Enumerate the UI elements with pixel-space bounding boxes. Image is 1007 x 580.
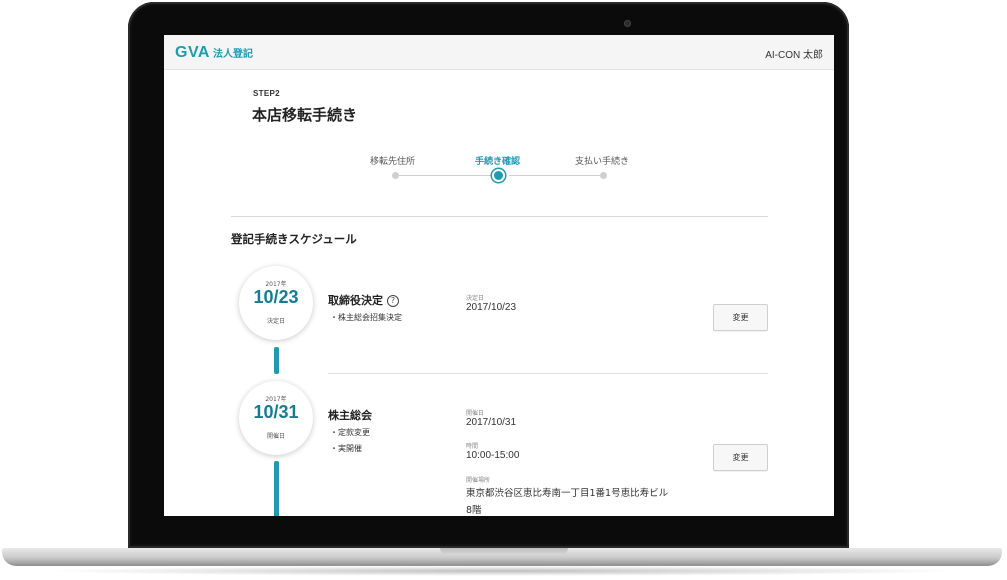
event-title-text: 取締役決定	[328, 294, 383, 307]
event-bullet: ・株主総会招集決定	[330, 313, 402, 322]
timeline-connector	[274, 461, 279, 516]
date-badge: 2017年 10/31 開催日	[239, 381, 313, 455]
step-1-label: 移転先住所	[370, 157, 416, 167]
step-2-label: 手続き確認	[475, 157, 521, 167]
step-2-dot	[492, 169, 505, 182]
field-label: 開催場所	[466, 477, 491, 484]
field-value: 2017/10/31	[466, 417, 517, 428]
stepper-connector	[509, 175, 603, 176]
date-label: 決定日	[266, 318, 285, 325]
page-title: 本店移転手続き	[252, 106, 358, 124]
field-value: 2017/10/23	[466, 302, 517, 313]
section-title: 登記手続きスケジュール	[231, 232, 357, 246]
event-title: 取締役決定?	[328, 292, 399, 308]
field-value: 10:00-15:00	[466, 450, 520, 461]
camera-icon	[624, 20, 631, 27]
date-label: 開催日	[266, 433, 285, 440]
step-3-label: 支払い手続き	[575, 157, 630, 167]
change-button[interactable]: 変更	[713, 304, 768, 331]
event-bullet: ・定款変更	[330, 428, 370, 437]
field-label: 決定日	[466, 295, 485, 302]
timeline-connector	[274, 347, 279, 374]
field-label: 時間	[466, 443, 479, 450]
section-divider	[231, 216, 768, 217]
step-3-dot	[600, 172, 607, 179]
event-title: 株主総会	[328, 409, 372, 422]
laptop-shadow	[40, 566, 964, 576]
field-label: 開催日	[466, 410, 485, 417]
step-1-dot	[392, 172, 399, 179]
date-month-day: 10/23	[253, 287, 299, 307]
stepper-connector	[398, 175, 499, 176]
app-logo[interactable]: GVA 法人登記	[175, 44, 253, 62]
laptop-base-notch	[440, 548, 568, 555]
user-menu[interactable]: AI-CON 太郎	[765, 46, 823, 61]
row-divider	[328, 373, 768, 374]
app-header: GVA 法人登記 AI-CON 太郎	[164, 35, 834, 70]
step-label: STEP2	[253, 89, 280, 98]
date-badge: 2017年 10/23 決定日	[239, 266, 313, 340]
help-icon[interactable]: ?	[387, 295, 399, 307]
event-bullet: ・実開催	[330, 444, 362, 453]
app-screen: GVA 法人登記 AI-CON 太郎 STEP2 本店移転手続き 移転先住所 手…	[164, 35, 834, 516]
field-value: 東京都渋谷区恵比寿南一丁目1番1号恵比寿ビル	[466, 488, 669, 499]
date-month-day: 10/31	[253, 402, 299, 422]
logo-mark: GVA	[175, 44, 210, 61]
logo-subtitle: 法人登記	[212, 49, 253, 60]
change-button[interactable]: 変更	[713, 444, 768, 471]
field-value: 8階	[466, 505, 482, 516]
